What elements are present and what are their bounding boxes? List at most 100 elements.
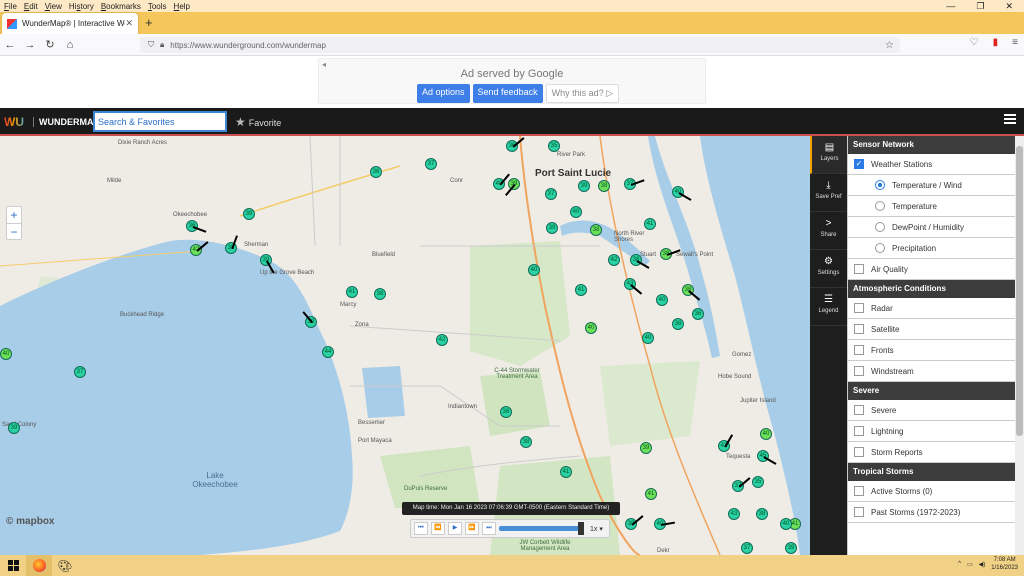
app-menu-icon[interactable]: ≡ (1012, 37, 1018, 48)
shield-icon[interactable]: ⛉ (148, 40, 154, 50)
weather-station-marker[interactable]: 41 (346, 286, 358, 298)
play-button[interactable]: ▶ (448, 522, 462, 535)
minimize-icon[interactable]: — (946, 1, 955, 11)
weather-station-marker[interactable]: 38 (630, 254, 650, 269)
windstream-toggle[interactable]: Windstream (848, 361, 1015, 382)
precipitation-radio[interactable]: Precipitation (848, 238, 1015, 259)
weather-station-marker[interactable]: 42 (608, 254, 620, 266)
brand-name[interactable]: WUNDERMAP (33, 117, 100, 127)
reload-icon[interactable]: ↻ (40, 38, 60, 51)
clock[interactable]: 7:08 AM 1/16/2023 (991, 556, 1018, 572)
checkbox-icon[interactable] (854, 507, 864, 517)
weather-station-marker[interactable]: 37 (545, 188, 557, 200)
layers-button[interactable]: ▤ Layers (810, 136, 847, 174)
storm-reports-toggle[interactable]: Storm Reports (848, 442, 1015, 463)
zoom-in-button[interactable]: + (7, 207, 21, 223)
radio-icon[interactable] (875, 222, 885, 232)
skip-forward-button[interactable]: ⏭ (482, 522, 496, 535)
weather-station-marker[interactable]: 43 (728, 508, 740, 520)
weather-station-marker[interactable]: 39 (260, 254, 275, 274)
restore-icon[interactable]: ❐ (976, 1, 984, 12)
radio-icon[interactable] (875, 201, 885, 211)
panel-scrollbar[interactable] (1015, 136, 1024, 555)
weather-station-marker[interactable]: 36 (692, 308, 704, 320)
lightning-toggle[interactable]: Lightning (848, 421, 1015, 442)
weather-station-marker[interactable]: 38 (598, 180, 610, 192)
weather-station-marker[interactable]: 41 (644, 218, 656, 230)
menu-view[interactable]: View (45, 2, 62, 11)
temperature-radio[interactable]: Temperature (848, 196, 1015, 217)
taskbar-paint[interactable]: 🎨︎ (52, 555, 78, 576)
radar-toggle[interactable]: Radar (848, 298, 1015, 319)
weather-station-marker[interactable]: 40 (585, 322, 597, 334)
lock-icon[interactable]: 🔒︎ (160, 40, 164, 50)
checkbox-checked-icon[interactable]: ✓ (854, 159, 864, 169)
zoom-out-button[interactable]: − (7, 223, 21, 239)
weather-station-marker[interactable]: 39 (546, 222, 558, 234)
ad-options-button[interactable]: Ad options (417, 84, 470, 103)
start-button[interactable] (0, 555, 26, 576)
weather-station-marker[interactable]: 35 (752, 476, 764, 488)
weather-station-marker[interactable]: 38 (374, 288, 386, 300)
weather-station-marker[interactable]: 42 (718, 434, 733, 452)
weather-station-marker[interactable]: 37 (74, 366, 86, 378)
settings-button[interactable]: ⚙ Settings (810, 250, 847, 288)
menu-help[interactable]: Help (174, 2, 190, 11)
weather-station-marker[interactable]: 40 (656, 294, 668, 306)
weather-station-marker[interactable]: 39 (785, 542, 797, 554)
weather-station-marker[interactable]: 38 (660, 248, 681, 260)
menu-tools[interactable]: Tools (148, 2, 167, 11)
weather-station-marker[interactable]: 39 (578, 180, 590, 192)
scrollbar-thumb[interactable] (1016, 146, 1023, 436)
weather-station-marker[interactable]: 42 (436, 334, 448, 346)
weather-station-marker[interactable]: 37 (425, 158, 437, 170)
checkbox-icon[interactable] (854, 303, 864, 313)
weather-station-marker[interactable]: 39 (243, 208, 255, 220)
weather-station-marker[interactable]: 40 (0, 348, 12, 360)
weather-station-marker[interactable]: 38 (520, 436, 532, 448)
timeline-handle[interactable] (578, 522, 584, 535)
forward-icon[interactable]: → (20, 39, 40, 51)
url-bar[interactable]: ⛉ 🔒︎ https://www.wunderground.com/wunder… (140, 37, 900, 53)
step-forward-button[interactable]: ⏩ (465, 522, 479, 535)
search-input[interactable]: Search & Favorites (93, 111, 227, 132)
tray-chevron-icon[interactable]: ^ (958, 561, 961, 567)
send-feedback-button[interactable]: Send feedback (472, 84, 543, 103)
weather-station-marker[interactable]: 40 (642, 332, 654, 344)
timeline-slider[interactable] (499, 522, 584, 535)
weather-station-marker[interactable]: 37 (624, 178, 645, 190)
close-icon[interactable]: ✕ (1005, 1, 1013, 12)
radio-selected-icon[interactable] (875, 180, 885, 190)
weather-station-marker[interactable]: 38 (500, 406, 512, 418)
bookmark-star-icon[interactable]: ☆ (885, 40, 894, 51)
menu-edit[interactable]: Edit (24, 2, 38, 11)
home-icon[interactable]: ⌂ (60, 39, 80, 51)
weather-station-marker[interactable]: 41 (575, 284, 587, 296)
checkbox-icon[interactable] (854, 324, 864, 334)
tab-close-icon[interactable]: ✕ (125, 18, 133, 29)
weather-station-marker[interactable]: 40 (493, 173, 510, 190)
weather-station-marker[interactable]: 40 (780, 518, 792, 530)
weather-station-marker[interactable]: 36 (506, 137, 525, 152)
checkbox-icon[interactable] (854, 486, 864, 496)
checkbox-icon[interactable] (854, 447, 864, 457)
taskbar-firefox[interactable] (26, 555, 52, 576)
pocket-icon[interactable]: ♡ (970, 37, 979, 48)
weather-station-marker[interactable]: 40 (672, 186, 692, 201)
weather-station-marker[interactable]: 38 (625, 515, 644, 530)
satellite-toggle[interactable]: Satellite (848, 319, 1015, 340)
weather-station-marker[interactable]: 39 (505, 178, 520, 196)
mapbox-attribution[interactable]: © mapbox (6, 516, 55, 527)
weather-station-marker[interactable]: 38 (756, 508, 768, 520)
menu-file[interactable]: File (4, 2, 17, 11)
weather-station-marker[interactable]: 37 (732, 477, 751, 492)
new-tab-icon[interactable]: + (145, 15, 153, 30)
menu-history[interactable]: History (69, 2, 94, 11)
checkbox-icon[interactable] (854, 405, 864, 415)
legend-button[interactable]: ☰ Legend (810, 288, 847, 326)
hamburger-menu-icon[interactable] (1004, 112, 1016, 126)
weather-station-marker[interactable]: 38 (672, 318, 684, 330)
wu-logo[interactable]: WU (4, 115, 26, 129)
weather-station-marker[interactable]: 39 (640, 442, 652, 454)
active-storms-toggle[interactable]: Active Storms (0) (848, 481, 1015, 502)
